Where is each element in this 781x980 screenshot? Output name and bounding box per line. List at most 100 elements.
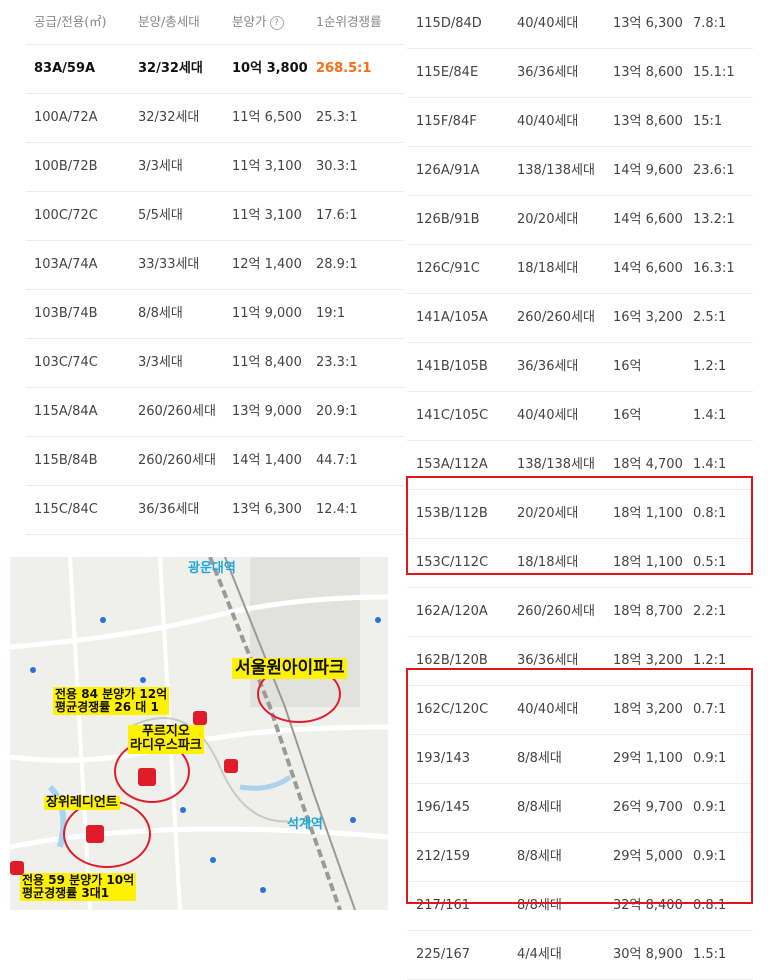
table-row: 126C/91C 18/18세대 14억 6,600 16.3:1 [407, 245, 753, 294]
table-row: 115D/84D 40/40세대 13억 6,300 7.8:1 [407, 0, 753, 49]
cell-type: 83A/59A [34, 61, 96, 76]
cell-price: 11억 9,000 [232, 306, 302, 321]
table-row: 141B/105B 36/36세대 16억 1.2:1 [407, 343, 753, 392]
table-row: 141C/105C 40/40세대 16억 1.4:1 [407, 392, 753, 441]
table-row: 83A/59A 32/32세대 10억 3,800 268.5:1 [26, 45, 404, 94]
cell-units: 18/18세대 [517, 261, 579, 276]
table-row: 141A/105A 260/260세대 16억 3,200 2.5:1 [407, 294, 753, 343]
cell-units: 260/260세대 [517, 310, 595, 325]
header-type: 공급/전용(㎡) [34, 14, 107, 29]
cell-price: 14억 1,400 [232, 453, 302, 468]
cell-type: 103A/74A [34, 257, 98, 272]
cell-units: 32/32세대 [138, 110, 200, 125]
cell-type: 162A/120A [416, 604, 488, 619]
cell-type: 141C/105C [416, 408, 489, 423]
cell-rate: 44.7:1 [316, 453, 358, 468]
cell-price: 14억 9,600 [613, 163, 683, 178]
cell-price: 16억 [613, 408, 642, 423]
cell-price: 13억 8,600 [613, 114, 683, 129]
table-row: 103C/74C 3/3세대 11억 8,400 23.3:1 [26, 339, 404, 388]
cell-type: 225/167 [416, 947, 471, 962]
cell-type: 115A/84A [34, 404, 98, 419]
cell-type: 115B/84B [34, 453, 98, 468]
table-row: 115E/84E 36/36세대 13억 8,600 15.1:1 [407, 49, 753, 98]
cell-rate: 16.3:1 [693, 261, 735, 276]
prugio-label: 푸르지오 라디우스파크 [128, 724, 204, 754]
cell-price: 11억 6,500 [232, 110, 302, 125]
cell-rate: 268.5:1 [316, 61, 372, 76]
table-row: 115C/84C 36/36세대 13억 6,300 12.4:1 [26, 486, 404, 535]
prugio-pin [138, 768, 156, 786]
cell-rate: 17.6:1 [316, 208, 358, 223]
cell-rate: 12.4:1 [316, 502, 358, 517]
cell-type: 126C/91C [416, 261, 480, 276]
cell-price: 11억 3,100 [232, 208, 302, 223]
cell-price: 12억 1,400 [232, 257, 302, 272]
jangwi-pin [86, 825, 104, 843]
seoulone-label: 서울원아이파크 [232, 658, 348, 679]
location-map: 광운대역 석계역 서울원아이파크 푸르지오 라디우스파크 장위레디언트 전용 8… [10, 557, 388, 910]
red-marker [224, 759, 238, 773]
cell-rate: 20.9:1 [316, 404, 358, 419]
cell-rate: 30.3:1 [316, 159, 358, 174]
cell-units: 40/40세대 [517, 114, 579, 129]
cell-units: 32/32세대 [138, 61, 203, 76]
table-row: 115B/84B 260/260세대 14억 1,400 44.7:1 [26, 437, 404, 486]
station-label-bottom: 석계역 [287, 817, 323, 832]
cell-rate: 15:1 [693, 114, 723, 129]
cell-rate: 15.1:1 [693, 65, 735, 80]
table-row: 103A/74A 33/33세대 12억 1,400 28.9:1 [26, 241, 404, 290]
help-icon[interactable]: ? [269, 15, 284, 30]
price-table-left: 공급/전용(㎡) 분양/총세대 분양가? 1순위경쟁률 83A/59A 32/32… [26, 0, 404, 535]
table-row: 126A/91A 138/138세대 14억 9,600 23.6:1 [407, 147, 753, 196]
cell-rate: 25.3:1 [316, 110, 358, 125]
cell-rate: 28.9:1 [316, 257, 358, 272]
table-row: 100B/72B 3/3세대 11억 3,100 30.3:1 [26, 143, 404, 192]
cell-rate: 13.2:1 [693, 212, 735, 227]
cell-units: 260/260세대 [138, 404, 216, 419]
table-row: 225/167 4/4세대 30억 8,900 1.5:1 [407, 931, 753, 980]
cell-type: 115C/84C [34, 502, 98, 517]
highlight-box-153 [406, 476, 753, 575]
highlight-box-162-217 [406, 668, 753, 904]
table-row: 100C/72C 5/5세대 11억 3,100 17.6:1 [26, 192, 404, 241]
cell-type: 126B/91B [416, 212, 480, 227]
cell-price: 11억 8,400 [232, 355, 302, 370]
cell-units: 138/138세대 [517, 163, 595, 178]
cell-units: 36/36세대 [517, 65, 579, 80]
cell-rate: 7.8:1 [693, 16, 727, 31]
cell-units: 33/33세대 [138, 257, 200, 272]
cell-units: 260/260세대 [517, 604, 595, 619]
note-59: 전용 59 분양가 10억 평균경쟁률 3대1 [20, 873, 137, 902]
cell-price: 18억 8,700 [613, 604, 683, 619]
cell-price: 14억 6,600 [613, 212, 683, 227]
cell-rate: 23.3:1 [316, 355, 358, 370]
cell-price: 16억 3,200 [613, 310, 683, 325]
cell-units: 36/36세대 [517, 359, 579, 374]
cell-price: 30억 8,900 [613, 947, 683, 962]
cell-type: 103C/74C [34, 355, 98, 370]
cell-units: 260/260세대 [138, 453, 216, 468]
cell-type: 100B/72B [34, 159, 98, 174]
station-label-top: 광운대역 [188, 561, 236, 576]
cell-price: 13억 6,300 [232, 502, 302, 517]
cell-price: 13억 8,600 [613, 65, 683, 80]
cell-rate: 1.5:1 [693, 947, 727, 962]
header-rate: 1순위경쟁률 [316, 14, 382, 29]
cell-rate: 19:1 [316, 306, 346, 321]
cell-type: 100C/72C [34, 208, 98, 223]
header-units: 분양/총세대 [138, 14, 200, 29]
table-row: 115A/84A 260/260세대 13억 9,000 20.9:1 [26, 388, 404, 437]
table-header: 공급/전용(㎡) 분양/총세대 분양가? 1순위경쟁률 [26, 0, 404, 45]
jangwi-label: 장위레디언트 [44, 795, 120, 811]
cell-rate: 2.2:1 [693, 604, 727, 619]
cell-type: 115D/84D [416, 16, 482, 31]
table-row: 162A/120A 260/260세대 18억 8,700 2.2:1 [407, 588, 753, 637]
cell-price: 14억 6,600 [613, 261, 683, 276]
red-marker [10, 861, 24, 875]
cell-rate: 1.4:1 [693, 408, 727, 423]
cell-type: 141B/105B [416, 359, 488, 374]
cell-units: 3/3세대 [138, 159, 183, 174]
table-row: 100A/72A 32/32세대 11억 6,500 25.3:1 [26, 94, 404, 143]
cell-type: 103B/74B [34, 306, 98, 321]
